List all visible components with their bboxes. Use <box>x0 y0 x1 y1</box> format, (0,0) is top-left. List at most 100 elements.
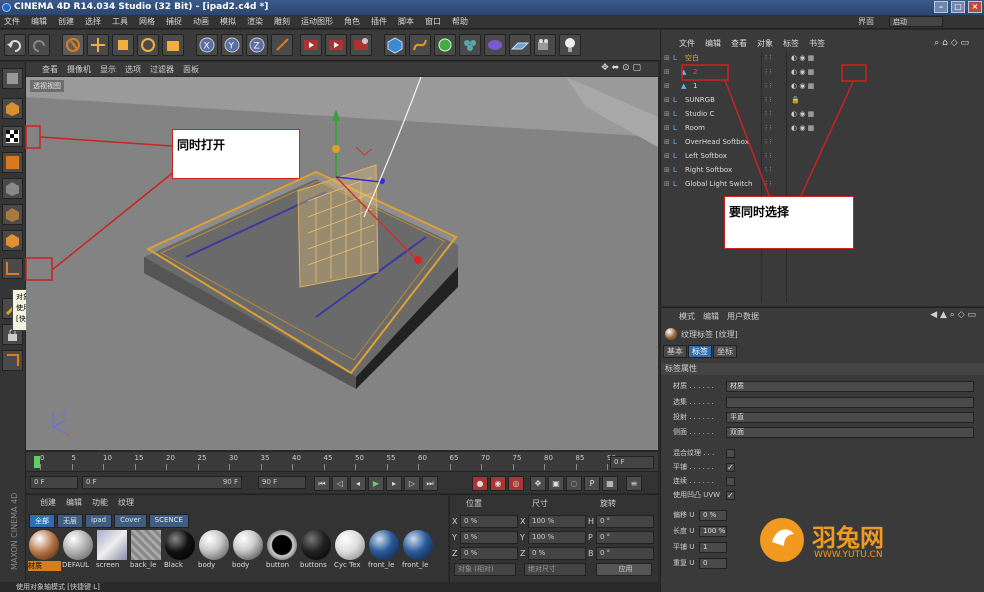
light-icon[interactable] <box>559 34 581 56</box>
attr-uv-field[interactable]: 0 <box>699 558 727 569</box>
expand-icon[interactable]: ⊞ <box>664 52 670 65</box>
om-menu-bookmarks[interactable]: 书签 <box>809 38 825 49</box>
polygons-mode-icon[interactable] <box>2 230 23 251</box>
rotation-field[interactable]: 0 ° <box>596 515 654 528</box>
render-settings-icon[interactable] <box>350 34 372 56</box>
expand-icon[interactable]: ⊞ <box>664 108 670 121</box>
om-menu-file[interactable]: 文件 <box>679 38 695 49</box>
snap-icon[interactable] <box>2 350 23 371</box>
menu-edit[interactable]: 编辑 <box>31 16 47 27</box>
previous-frame-button[interactable]: ◂ <box>350 476 366 491</box>
keyframe-selection-button[interactable]: ◎ <box>508 476 524 491</box>
autokey-button[interactable]: ◉ <box>490 476 506 491</box>
menu-help[interactable]: 帮助 <box>452 16 468 27</box>
visibility-dots-icon[interactable]: ⁝ ⁝ <box>765 94 772 107</box>
object-row[interactable]: ⊞ L Room ⁝ ⁝ ◐ ◉ ▦ <box>661 122 984 135</box>
menu-render[interactable]: 渲染 <box>247 16 263 27</box>
object-axis-icon[interactable] <box>2 258 23 279</box>
object-row[interactable]: ⊞ ▲ 2 ⁝ ⁝ ◐ ◉ ▦ <box>661 66 984 79</box>
object-name[interactable]: Right Softbox <box>685 164 732 177</box>
visibility-dots-icon[interactable]: ⁝ ⁝ <box>765 108 772 121</box>
key-position-icon[interactable]: ✥ <box>530 476 546 491</box>
viewport-menu-display[interactable]: 显示 <box>100 64 116 75</box>
render-picture-viewer-icon[interactable] <box>325 34 347 56</box>
material-swatch[interactable]: button <box>266 529 298 573</box>
scale-tool-icon[interactable] <box>112 34 134 56</box>
position-field[interactable]: 0 % <box>460 515 518 528</box>
menu-character[interactable]: 角色 <box>344 16 360 27</box>
object-row[interactable]: ⊞ L 空白 ⁝ ⁝ ◐ ◉ ▦ <box>661 52 984 65</box>
expand-icon[interactable]: ⊞ <box>664 136 670 149</box>
rotation-field[interactable]: 0 ° <box>596 547 654 560</box>
attr-menu-edit[interactable]: 编辑 <box>703 311 719 322</box>
material-swatch[interactable]: front_le <box>368 529 400 573</box>
viewport-menu-options[interactable]: 选项 <box>125 64 141 75</box>
expand-icon[interactable]: ⊞ <box>664 66 670 79</box>
attr-uv-field[interactable]: 1 <box>699 542 727 553</box>
spline-pen-icon[interactable] <box>409 34 431 56</box>
rotate-tool-icon[interactable] <box>137 34 159 56</box>
floor-environment-icon[interactable] <box>509 34 531 56</box>
timeline-ruler[interactable]: 051015202530354045505560657075808590 0 F <box>26 451 658 471</box>
current-frame-slider[interactable]: 0 F 90 F <box>82 476 242 489</box>
material-swatch[interactable]: back_le <box>130 529 162 573</box>
material-swatch[interactable]: screen <box>96 529 128 573</box>
object-row[interactable]: ⊞ L Left Softbox ⁝ ⁝ <box>661 150 984 163</box>
key-parameter-icon[interactable]: P <box>584 476 600 491</box>
material-menu-edit[interactable]: 编辑 <box>66 497 82 508</box>
object-name[interactable]: 2 <box>693 66 697 79</box>
render-view-icon[interactable] <box>300 34 322 56</box>
material-swatch[interactable]: DEFAUL <box>62 529 94 573</box>
material-tab-ipad[interactable]: ipad <box>85 514 113 528</box>
viewport-menu-cameras[interactable]: 摄像机 <box>67 64 91 75</box>
menu-plugins[interactable]: 插件 <box>371 16 387 27</box>
key-scale-icon[interactable]: ▣ <box>548 476 564 491</box>
key-rotation-icon[interactable]: ◌ <box>566 476 582 491</box>
menu-tools[interactable]: 工具 <box>112 16 128 27</box>
menu-create[interactable]: 创建 <box>58 16 74 27</box>
workplane-icon[interactable] <box>2 152 23 173</box>
attr-uv-field[interactable]: 0 % <box>699 510 727 521</box>
om-menu-view[interactable]: 查看 <box>731 38 747 49</box>
attr-menu-mode[interactable]: 模式 <box>679 311 695 322</box>
rotation-field[interactable]: 0 ° <box>596 531 654 544</box>
menu-animate[interactable]: 动画 <box>193 16 209 27</box>
visibility-dots-icon[interactable]: ⁝ ⁝ <box>765 164 772 177</box>
recent-tool-icon[interactable] <box>162 34 184 56</box>
viewport-menu-panel[interactable]: 面板 <box>183 64 199 75</box>
object-tags-icon[interactable]: ◐ ◉ ▦ <box>791 122 814 135</box>
attr-tab-tag[interactable]: 标签 <box>688 345 712 358</box>
menu-mograph[interactable]: 运动图形 <box>301 16 333 27</box>
texture-mode-icon[interactable] <box>2 126 23 147</box>
material-swatch[interactable]: body <box>232 529 264 573</box>
attr-nav-icons[interactable]: ◀ ▲ ⌕ ◇ ▭ <box>930 310 976 320</box>
object-row[interactable]: ⊞ ▲ 1 ⁝ ⁝ ◐ ◉ ▦ <box>661 80 984 93</box>
object-tags-icon[interactable]: ◐ ◉ ▦ <box>791 66 814 79</box>
camera-icon[interactable] <box>534 34 556 56</box>
maximize-button[interactable]: □ <box>951 1 965 13</box>
timeline-options-icon[interactable]: ≡ <box>626 476 642 491</box>
coordinate-system-icon[interactable] <box>271 34 293 56</box>
object-row[interactable]: ⊞ L Right Softbox ⁝ ⁝ <box>661 164 984 177</box>
previous-keyframe-button[interactable]: ◁ <box>332 476 348 491</box>
object-name[interactable]: 1 <box>693 80 697 93</box>
go-to-end-button[interactable]: ⏭ <box>422 476 438 491</box>
menu-mesh[interactable]: 网格 <box>139 16 155 27</box>
object-row[interactable]: ⊞ L Global Light Switch ⁝ ⁝ <box>661 178 984 191</box>
timeline-end-field[interactable]: 0 F <box>610 456 654 469</box>
record-key-button[interactable]: ● <box>472 476 488 491</box>
om-menu-tags[interactable]: 标签 <box>783 38 799 49</box>
object-row[interactable]: ⊞ L SUNRGB ⁝ ⁝ 🔒 <box>661 94 984 107</box>
undo-button[interactable] <box>4 34 26 56</box>
material-menu-function[interactable]: 功能 <box>92 497 108 508</box>
move-tool-icon[interactable] <box>87 34 109 56</box>
x-axis-lock-icon[interactable]: X <box>196 34 218 56</box>
z-axis-lock-icon[interactable]: Z <box>246 34 268 56</box>
attr-value-field[interactable] <box>726 397 974 408</box>
om-toolbar-icons[interactable]: ⌕ ⌂ ◇ ▭ <box>934 38 969 48</box>
cube-primitive-icon[interactable] <box>384 34 406 56</box>
minimize-button[interactable]: – <box>934 1 948 13</box>
apply-button[interactable]: 应用 <box>596 563 652 576</box>
make-editable-icon[interactable] <box>2 68 23 89</box>
object-name[interactable]: Studio C <box>685 108 714 121</box>
